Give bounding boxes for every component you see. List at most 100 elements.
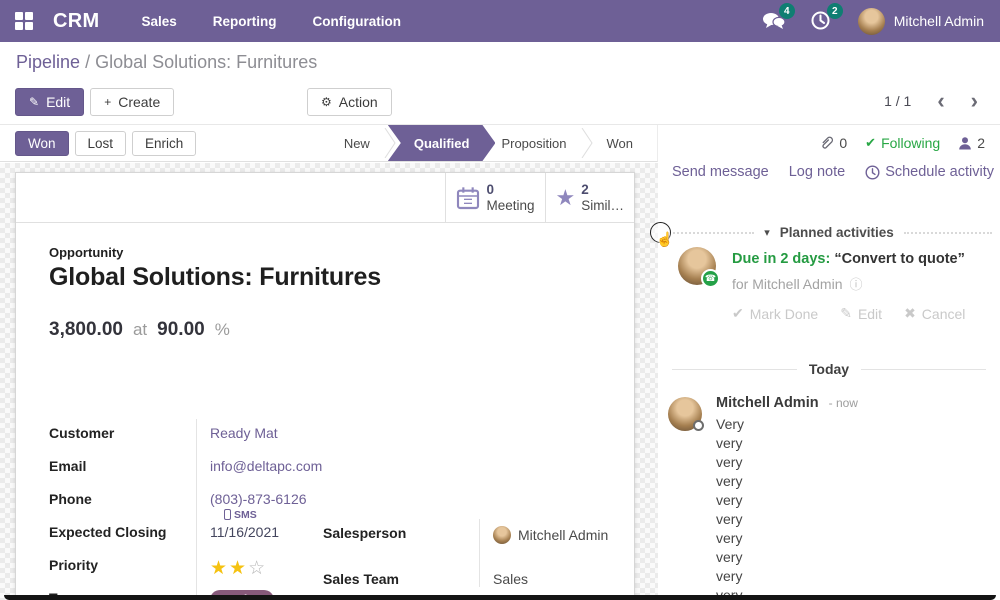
- mark-done-button[interactable]: ✔ Mark Done: [732, 305, 818, 322]
- cross-icon: ✖: [904, 305, 916, 322]
- meetings-count: 0: [486, 182, 534, 198]
- app-name[interactable]: CRM: [53, 10, 99, 33]
- caret-down-icon: ▾: [764, 226, 770, 239]
- expected-closing-value: 11/16/2021: [196, 518, 339, 551]
- pencil-icon: ✎: [29, 95, 39, 109]
- messages-icon[interactable]: 4: [762, 10, 786, 32]
- star-empty-icon[interactable]: ☆: [248, 558, 267, 579]
- calendar-icon: [456, 186, 480, 210]
- followers-button[interactable]: 2: [958, 135, 985, 151]
- log-note-button[interactable]: Log note: [789, 164, 845, 180]
- expected-closing-label: Expected Closing: [49, 518, 196, 551]
- similar-leads-stat-button[interactable]: ★ 2 Simil…: [545, 173, 634, 222]
- stat-button-bar: 0 Meeting ★ 2 Simil…: [16, 173, 634, 223]
- similar-label: Simil…: [581, 198, 624, 214]
- control-panel: Pipeline / Global Solutions: Furnitures …: [0, 42, 1000, 125]
- activities-icon[interactable]: 2: [810, 10, 834, 32]
- edit-button-label: Edit: [46, 94, 70, 110]
- stage-proposition[interactable]: Proposition: [487, 125, 580, 161]
- message-author[interactable]: Mitchell Admin: [716, 395, 819, 411]
- pager-count: 1 / 1: [884, 93, 911, 109]
- stage-qualified[interactable]: Qualified: [388, 125, 496, 161]
- activities-badge: 2: [827, 3, 843, 19]
- clock-icon: [865, 165, 880, 180]
- message-body: Very very very very very very very very …: [716, 415, 858, 600]
- salesperson-value[interactable]: Mitchell Admin: [479, 519, 631, 565]
- menu-configuration[interactable]: Configuration: [312, 14, 400, 29]
- amount-value: 3,800.00: [49, 319, 123, 341]
- at-label: at: [133, 320, 147, 340]
- action-button-label: Action: [339, 94, 378, 110]
- activity-assignee: for Mitchell Admin: [732, 276, 842, 292]
- gear-icon: ⚙: [321, 95, 332, 109]
- user-menu[interactable]: Mitchell Admin: [858, 8, 984, 35]
- phone-value[interactable]: (803)-873-6126SMS: [196, 485, 339, 518]
- lost-button[interactable]: Lost: [75, 131, 127, 156]
- create-button-label: Create: [118, 94, 160, 110]
- messages-badge: 4: [779, 3, 795, 19]
- attachments-count: 0: [839, 135, 847, 151]
- probability-value: 90.00: [157, 319, 205, 341]
- salesperson-name[interactable]: Mitchell Admin: [518, 527, 608, 543]
- action-button[interactable]: ⚙ Action: [307, 88, 392, 116]
- check-icon: ✔: [865, 135, 876, 151]
- user-name: Mitchell Admin: [894, 13, 984, 29]
- sales-team-value[interactable]: Sales: [479, 565, 631, 587]
- breadcrumb-current: Global Solutions: Furnitures: [95, 52, 317, 72]
- apps-grid-icon[interactable]: [15, 12, 33, 30]
- divider-line: [861, 369, 986, 370]
- phone-number[interactable]: (803)-873-6126: [210, 491, 307, 507]
- stage-pipeline: New Qualified Proposition Won: [330, 125, 647, 161]
- attachments-button[interactable]: 0: [819, 135, 847, 151]
- message-timestamp: - now: [829, 396, 858, 410]
- dotted-line: [666, 232, 754, 234]
- schedule-activity-label: Schedule activity: [885, 164, 994, 180]
- enrich-button[interactable]: Enrich: [132, 131, 196, 156]
- breadcrumb-pipeline[interactable]: Pipeline: [16, 52, 80, 72]
- planned-activities-toggle[interactable]: ▾ Planned activities: [666, 225, 992, 240]
- following-label: Following: [881, 135, 940, 151]
- star-filled-icon[interactable]: ★★: [210, 558, 248, 579]
- schedule-activity-button[interactable]: Schedule activity: [865, 164, 994, 180]
- salesperson-avatar: [493, 526, 511, 544]
- pager: 1 / 1 ‹ ›: [884, 92, 978, 110]
- user-avatar: [858, 8, 885, 35]
- pager-next-icon[interactable]: ›: [971, 92, 978, 110]
- crm-form-screen: CRM Sales Reporting Configuration 4: [0, 0, 1000, 600]
- phone-icon: ☎: [705, 273, 716, 284]
- activity-cancel-button[interactable]: ✖ Cancel: [904, 305, 965, 322]
- stage-new[interactable]: New: [330, 125, 384, 161]
- meetings-stat-button[interactable]: 0 Meeting: [445, 173, 544, 222]
- phone-activity-badge: ☎: [701, 269, 720, 288]
- won-button[interactable]: Won: [15, 131, 69, 156]
- menu-reporting[interactable]: Reporting: [213, 14, 277, 29]
- field-group-left: Customer Ready Mat Email info@deltapc.co…: [49, 419, 339, 600]
- breadcrumb: Pipeline / Global Solutions: Furnitures: [16, 52, 317, 73]
- menu-sales[interactable]: Sales: [141, 14, 176, 29]
- activity-due: Due in 2 days:: [732, 251, 830, 267]
- edit-button[interactable]: ✎ Edit: [15, 88, 84, 116]
- priority-label: Priority: [49, 551, 196, 584]
- today-divider: Today: [672, 361, 986, 377]
- customer-value[interactable]: Ready Mat: [196, 419, 339, 452]
- activity-edit-button[interactable]: ✎ Edit: [840, 305, 882, 322]
- create-button[interactable]: + Create: [90, 88, 174, 116]
- pager-previous-icon[interactable]: ‹: [937, 92, 944, 110]
- chatter-panel: 0 ✔ Following 2 Send message Log note: [658, 125, 1000, 600]
- activity-summary: “Convert to quote”: [834, 251, 965, 267]
- presence-indicator-icon: [693, 420, 704, 431]
- activity-cancel-label: Cancel: [922, 306, 966, 322]
- following-button[interactable]: ✔ Following: [865, 135, 940, 151]
- activity-edit-label: Edit: [858, 306, 882, 322]
- statusbar: Won Lost Enrich New Qualified Propositio…: [0, 125, 658, 162]
- message-item: Mitchell Admin - now Very very very very…: [668, 389, 994, 600]
- paperclip-icon: [819, 135, 834, 151]
- info-icon[interactable]: ⓘ: [849, 274, 862, 293]
- top-navbar: CRM Sales Reporting Configuration 4: [0, 0, 1000, 42]
- email-value[interactable]: info@deltapc.com: [196, 452, 339, 485]
- send-message-button[interactable]: Send message: [672, 164, 769, 180]
- stage-won[interactable]: Won: [593, 125, 648, 161]
- field-group-right: Salesperson Mitchell Admin Sales Team Sa…: [323, 519, 631, 587]
- percent-sign: %: [215, 320, 230, 340]
- similar-count: 2: [581, 182, 624, 198]
